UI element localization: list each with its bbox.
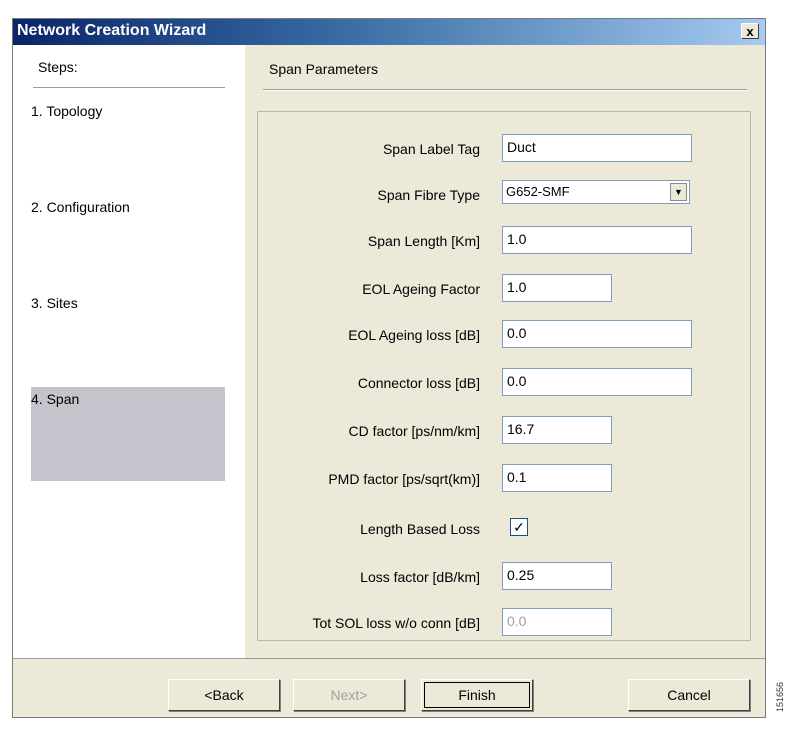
length-based-loss-label: Length Based Loss xyxy=(360,521,480,537)
window-title: Network Creation Wizard xyxy=(17,22,207,39)
close-icon: x xyxy=(746,24,754,39)
row-span-label-tag: Span Label Tag Duct xyxy=(258,134,750,166)
connector-loss-label: Connector loss [dB] xyxy=(357,375,480,391)
row-connector-loss: Connector loss [dB] 0.0 xyxy=(258,368,750,400)
steps-divider xyxy=(33,87,225,88)
next-button: Next> xyxy=(293,679,405,711)
section-divider xyxy=(263,89,747,91)
row-eol-ageing-factor: EOL Ageing Factor 1.0 xyxy=(258,274,750,306)
steps-header: Steps: xyxy=(38,59,78,75)
pmd-factor-input[interactable]: 0.1 xyxy=(502,464,612,492)
wizard-window: Network Creation Wizard x Steps: 1. Topo… xyxy=(12,18,766,718)
content-area: Span Parameters Span Label Tag Duct Span… xyxy=(245,45,765,658)
eol-ageing-factor-input[interactable]: 1.0 xyxy=(502,274,612,302)
loss-factor-input[interactable]: 0.25 xyxy=(502,562,612,590)
tot-sol-loss-input: 0.0 xyxy=(502,608,612,636)
step-topology[interactable]: 1. Topology xyxy=(31,99,225,193)
cancel-button[interactable]: Cancel xyxy=(628,679,750,711)
row-loss-factor: Loss factor [dB/km] 0.25 xyxy=(258,562,750,594)
span-length-input[interactable]: 1.0 xyxy=(502,226,692,254)
row-span-fibre-type: Span Fibre Type G652-SMF ▼ xyxy=(258,180,750,212)
step-span[interactable]: 4. Span xyxy=(31,387,225,481)
span-length-label: Span Length [Km] xyxy=(367,233,480,249)
tot-sol-loss-label: Tot SOL loss w/o conn [dB] xyxy=(312,615,480,631)
row-cd-factor: CD factor [ps/nm/km] 16.7 xyxy=(258,416,750,448)
section-title: Span Parameters xyxy=(269,61,378,77)
span-parameters-panel: Span Label Tag Duct Span Fibre Type G652… xyxy=(257,111,751,641)
row-tot-sol-loss: Tot SOL loss w/o conn [dB] 0.0 xyxy=(258,608,750,640)
pmd-factor-label: PMD factor [ps/sqrt(km)] xyxy=(328,471,480,487)
span-fibre-type-value: G652-SMF xyxy=(506,184,570,199)
eol-ageing-factor-label: EOL Ageing Factor xyxy=(362,281,480,297)
chevron-down-icon[interactable]: ▼ xyxy=(670,183,687,201)
span-label-tag-input[interactable]: Duct xyxy=(502,134,692,162)
row-span-length: Span Length [Km] 1.0 xyxy=(258,226,750,258)
close-button[interactable]: x xyxy=(741,23,759,39)
figure-id: 151656 xyxy=(775,681,785,712)
steps-sidebar: Steps: 1. Topology 2. Configuration 3. S… xyxy=(13,45,245,658)
span-fibre-type-label: Span Fibre Type xyxy=(377,187,480,203)
cd-factor-label: CD factor [ps/nm/km] xyxy=(348,423,480,439)
button-bar: <Back Next> Finish Cancel xyxy=(13,658,765,717)
title-bar: Network Creation Wizard x xyxy=(13,19,765,45)
span-fibre-type-select[interactable]: G652-SMF ▼ xyxy=(502,180,690,204)
row-eol-ageing-loss: EOL Ageing loss [dB] 0.0 xyxy=(258,320,750,352)
back-button[interactable]: <Back xyxy=(168,679,280,711)
connector-loss-input[interactable]: 0.0 xyxy=(502,368,692,396)
span-label-tag-label: Span Label Tag xyxy=(382,141,480,157)
eol-ageing-loss-input[interactable]: 0.0 xyxy=(502,320,692,348)
loss-factor-label: Loss factor [dB/km] xyxy=(360,569,480,585)
step-configuration[interactable]: 2. Configuration xyxy=(31,195,225,289)
finish-button[interactable]: Finish xyxy=(421,679,533,711)
row-pmd-factor: PMD factor [ps/sqrt(km)] 0.1 xyxy=(258,464,750,496)
eol-ageing-loss-label: EOL Ageing loss [dB] xyxy=(348,327,480,343)
row-length-based-loss: Length Based Loss ✓ xyxy=(258,514,750,546)
check-icon: ✓ xyxy=(513,519,525,535)
length-based-loss-checkbox[interactable]: ✓ xyxy=(510,518,528,536)
step-sites[interactable]: 3. Sites xyxy=(31,291,225,385)
cd-factor-input[interactable]: 16.7 xyxy=(502,416,612,444)
